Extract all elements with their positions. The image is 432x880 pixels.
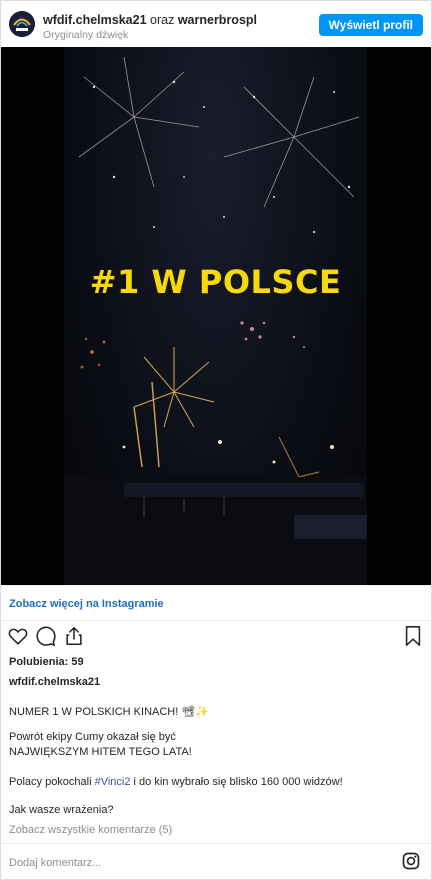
comment-icon[interactable] bbox=[35, 625, 57, 652]
hashtag-link[interactable]: #Vinci2 bbox=[95, 776, 131, 788]
see-more-link[interactable]: Zobacz więcej na Instagramie bbox=[9, 598, 164, 610]
video-headline: #1 W POLSCE bbox=[89, 263, 342, 301]
avatar[interactable] bbox=[9, 11, 35, 37]
post-video[interactable]: #1 W POLSCE bbox=[1, 47, 431, 585]
share-icon[interactable] bbox=[63, 625, 85, 652]
divider bbox=[1, 585, 431, 586]
post-header: wfdif.chelmska21 oraz warnerbrospl Orygi… bbox=[1, 1, 431, 47]
audio-label[interactable]: Oryginalny dźwięk bbox=[43, 29, 128, 41]
bookmark-icon[interactable] bbox=[403, 625, 423, 652]
heart-icon[interactable] bbox=[7, 625, 29, 652]
divider bbox=[1, 843, 431, 844]
likes-count[interactable]: Polubienia: 59 bbox=[9, 656, 84, 668]
caption-line: NAJWIĘKSZYM HITEM TEGO LATA! bbox=[9, 746, 192, 758]
caption-line: Polacy pokochali #Vinci2 i do kin wybrał… bbox=[9, 776, 343, 788]
collaborator-username[interactable]: warnerbrospl bbox=[178, 13, 257, 27]
author-username[interactable]: wfdif.chelmska21 bbox=[43, 13, 147, 27]
caption-username[interactable]: wfdif.chelmska21 bbox=[9, 676, 100, 688]
fireworks-scene bbox=[64, 56, 367, 585]
view-profile-button[interactable]: Wyświetl profil bbox=[318, 14, 423, 36]
caption-line: Jak wasze wrażenia? bbox=[9, 804, 114, 816]
action-bar bbox=[1, 625, 431, 651]
instagram-embed-card: wfdif.chelmska21 oraz warnerbrospl Orygi… bbox=[0, 0, 432, 880]
post-author-line: wfdif.chelmska21 oraz warnerbrospl bbox=[43, 13, 257, 27]
add-comment-input[interactable]: Dodaj komentarz... bbox=[9, 857, 101, 869]
caption-line: NUMER 1 W POLSKICH KINACH! 📽✨ bbox=[9, 706, 210, 718]
caption-text: i do kin wybrało się blisko 160 000 widz… bbox=[130, 776, 343, 788]
divider bbox=[1, 620, 431, 621]
author-conjunction: oraz bbox=[150, 13, 175, 27]
video-frame: #1 W POLSCE bbox=[64, 47, 367, 585]
caption-line: Powrót ekipy Cumy okazał się być bbox=[9, 731, 176, 743]
instagram-logo-icon[interactable] bbox=[402, 852, 420, 875]
view-all-comments-link[interactable]: Zobacz wszystkie komentarze (5) bbox=[9, 824, 172, 836]
caption-text: Polacy pokochali bbox=[9, 776, 95, 788]
